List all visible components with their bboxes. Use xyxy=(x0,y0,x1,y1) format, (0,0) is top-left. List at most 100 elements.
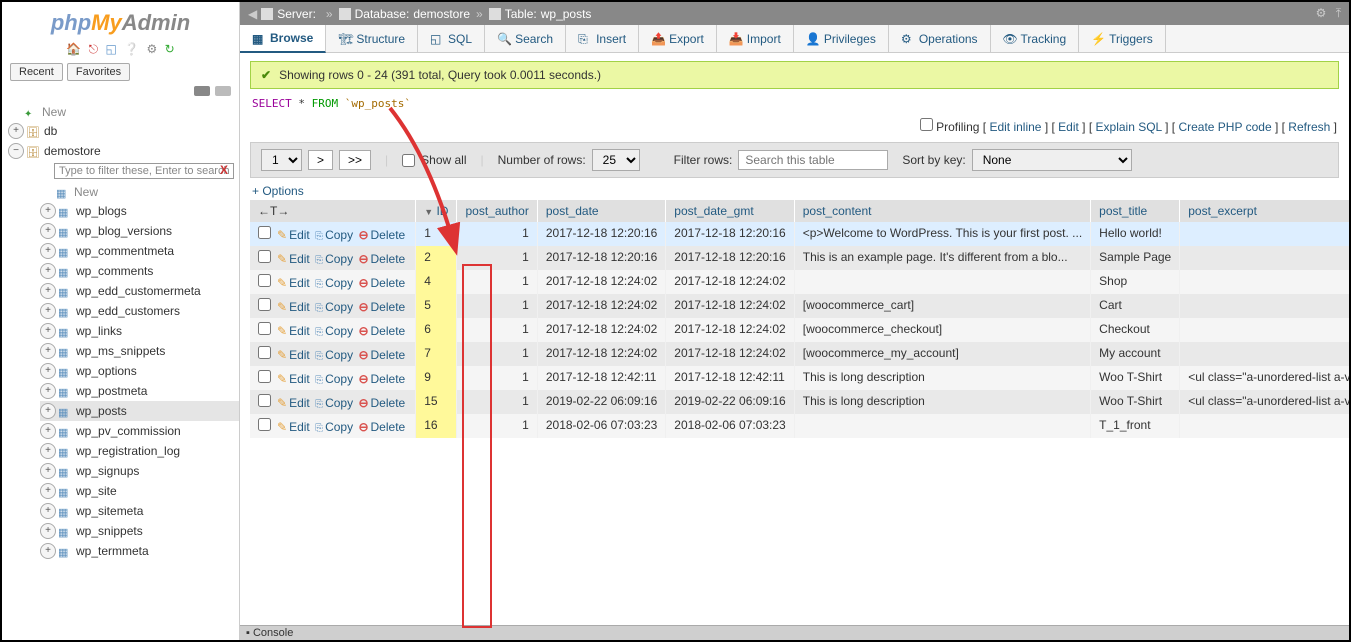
row-checkbox[interactable] xyxy=(258,298,271,311)
tree-table-wp_termmeta[interactable]: +wp_termmeta xyxy=(40,541,239,561)
expand-icon[interactable]: + xyxy=(40,523,56,539)
table-row[interactable]: Edit Copy Delete1512019-02-22 06:09:1620… xyxy=(250,390,1349,414)
col-post_date[interactable]: post_date xyxy=(537,200,665,222)
row-checkbox[interactable] xyxy=(258,418,271,431)
tab-export[interactable]: 📤Export xyxy=(639,25,717,52)
tab-browse[interactable]: ▦Browse xyxy=(240,25,326,53)
tree-table-wp_signups[interactable]: +wp_signups xyxy=(40,461,239,481)
tree-table-wp_options[interactable]: +wp_options xyxy=(40,361,239,381)
col-post_author[interactable]: post_author xyxy=(457,200,537,222)
tree-table-wp_sitemeta[interactable]: +wp_sitemeta xyxy=(40,501,239,521)
delete-link[interactable]: Delete xyxy=(358,228,405,242)
exit-icon[interactable]: ⎋ xyxy=(89,42,99,56)
edit-inline-link[interactable]: Edit inline xyxy=(989,120,1041,134)
edit-link[interactable]: Edit xyxy=(277,372,310,386)
edit-link[interactable]: Edit xyxy=(277,420,310,434)
delete-link[interactable]: Delete xyxy=(358,348,405,362)
delete-link[interactable]: Delete xyxy=(358,372,405,386)
tree-table-wp_edd_customermeta[interactable]: +wp_edd_customermeta xyxy=(40,281,239,301)
delete-link[interactable]: Delete xyxy=(358,300,405,314)
col-post_date_gmt[interactable]: post_date_gmt xyxy=(666,200,794,222)
tree-table-wp_comments[interactable]: +wp_comments xyxy=(40,261,239,281)
sql-icon[interactable]: ◱ xyxy=(105,42,116,56)
delete-link[interactable]: Delete xyxy=(358,324,405,338)
clear-filter-icon[interactable]: X xyxy=(220,163,228,177)
expand-icon[interactable]: + xyxy=(40,503,56,519)
filter-input[interactable] xyxy=(738,150,888,170)
expand-icon[interactable]: + xyxy=(40,243,56,259)
tab-sql[interactable]: ◱SQL xyxy=(418,25,485,52)
reload-icon[interactable]: ↻ xyxy=(165,42,175,56)
expand-icon[interactable]: + xyxy=(8,123,24,139)
settings-icon[interactable]: ⚙ xyxy=(146,42,157,56)
expand-icon[interactable]: + xyxy=(40,423,56,439)
expand-icon[interactable]: + xyxy=(40,343,56,359)
row-checkbox[interactable] xyxy=(258,370,271,383)
tree-table-wp_snippets[interactable]: +wp_snippets xyxy=(40,521,239,541)
tree-new-table[interactable]: New xyxy=(40,183,239,201)
collapse-top-icon[interactable]: ⤒ xyxy=(1336,6,1341,20)
tree-table-wp_registration_log[interactable]: +wp_registration_log xyxy=(40,441,239,461)
collapse-icon[interactable]: − xyxy=(8,143,24,159)
bc-table-value[interactable]: wp_posts xyxy=(541,7,592,21)
refresh-link[interactable]: Refresh xyxy=(1288,120,1330,134)
table-row[interactable]: Edit Copy Delete212017-12-18 12:20:16201… xyxy=(250,246,1349,270)
tab-operations[interactable]: ⚙Operations xyxy=(889,25,991,52)
left-arrow-icon[interactable]: ◀ xyxy=(248,7,257,21)
expand-icon[interactable]: + xyxy=(40,463,56,479)
num-rows-select[interactable]: 25 xyxy=(592,149,640,171)
edit-link[interactable]: Edit xyxy=(277,228,310,242)
favorites-tab[interactable]: Favorites xyxy=(67,63,130,81)
bc-database-value[interactable]: demostore xyxy=(413,7,470,21)
tree-table-wp_blog_versions[interactable]: +wp_blog_versions xyxy=(40,221,239,241)
tab-structure[interactable]: 🏗Structure xyxy=(326,25,418,52)
create-php-link[interactable]: Create PHP code xyxy=(1178,120,1271,134)
expand-icon[interactable]: + xyxy=(40,223,56,239)
col-post_content[interactable]: post_content xyxy=(794,200,1090,222)
edit-link[interactable]: Edit xyxy=(277,324,310,338)
next-page-button[interactable]: > xyxy=(308,150,333,170)
edit-link[interactable]: Edit xyxy=(277,276,310,290)
explain-sql-link[interactable]: Explain SQL xyxy=(1096,120,1162,134)
copy-link[interactable]: Copy xyxy=(315,348,353,362)
expand-icon[interactable]: + xyxy=(40,383,56,399)
edit-link[interactable]: Edit xyxy=(277,252,310,266)
edit-link[interactable]: Edit xyxy=(277,300,310,314)
recent-tab[interactable]: Recent xyxy=(10,63,63,81)
row-checkbox[interactable] xyxy=(258,394,271,407)
copy-link[interactable]: Copy xyxy=(315,276,353,290)
link-icon[interactable] xyxy=(215,86,231,96)
tree-table-wp_edd_customers[interactable]: +wp_edd_customers xyxy=(40,301,239,321)
table-row[interactable]: Edit Copy Delete912017-12-18 12:42:11201… xyxy=(250,366,1349,390)
copy-link[interactable]: Copy xyxy=(315,300,353,314)
tab-triggers[interactable]: ⚡Triggers xyxy=(1079,25,1166,52)
table-row[interactable]: Edit Copy Delete112017-12-18 12:20:16201… xyxy=(250,222,1349,246)
expand-icon[interactable]: + xyxy=(40,283,56,299)
tree-new[interactable]: New xyxy=(8,103,239,121)
logo[interactable]: phpMyAdmin xyxy=(2,2,239,40)
col-ID[interactable]: ▼ ID xyxy=(416,200,457,222)
docs-icon[interactable]: ❔ xyxy=(124,42,139,56)
collapse-icon[interactable] xyxy=(194,86,210,96)
show-all-checkbox[interactable] xyxy=(402,154,415,167)
edit-link[interactable]: Edit xyxy=(1058,120,1079,134)
tree-table-wp_pv_commission[interactable]: +wp_pv_commission xyxy=(40,421,239,441)
row-checkbox[interactable] xyxy=(258,250,271,263)
page-select[interactable]: 1 xyxy=(261,149,302,171)
tab-privileges[interactable]: 👤Privileges xyxy=(794,25,889,52)
expand-icon[interactable]: + xyxy=(40,203,56,219)
copy-link[interactable]: Copy xyxy=(315,324,353,338)
expand-icon[interactable]: + xyxy=(40,363,56,379)
edit-link[interactable]: Edit xyxy=(277,348,310,362)
expand-icon[interactable]: + xyxy=(40,323,56,339)
table-row[interactable]: Edit Copy Delete712017-12-18 12:24:02201… xyxy=(250,342,1349,366)
table-row[interactable]: Edit Copy Delete412017-12-18 12:24:02201… xyxy=(250,270,1349,294)
row-checkbox[interactable] xyxy=(258,274,271,287)
copy-link[interactable]: Copy xyxy=(315,372,353,386)
col-post_excerpt[interactable]: post_excerpt xyxy=(1180,200,1349,222)
copy-link[interactable]: Copy xyxy=(315,420,353,434)
tab-import[interactable]: 📥Import xyxy=(717,25,794,52)
table-row[interactable]: Edit Copy Delete1612018-02-06 07:03:2320… xyxy=(250,414,1349,438)
profiling-checkbox[interactable] xyxy=(920,118,933,131)
expand-icon[interactable]: + xyxy=(40,443,56,459)
